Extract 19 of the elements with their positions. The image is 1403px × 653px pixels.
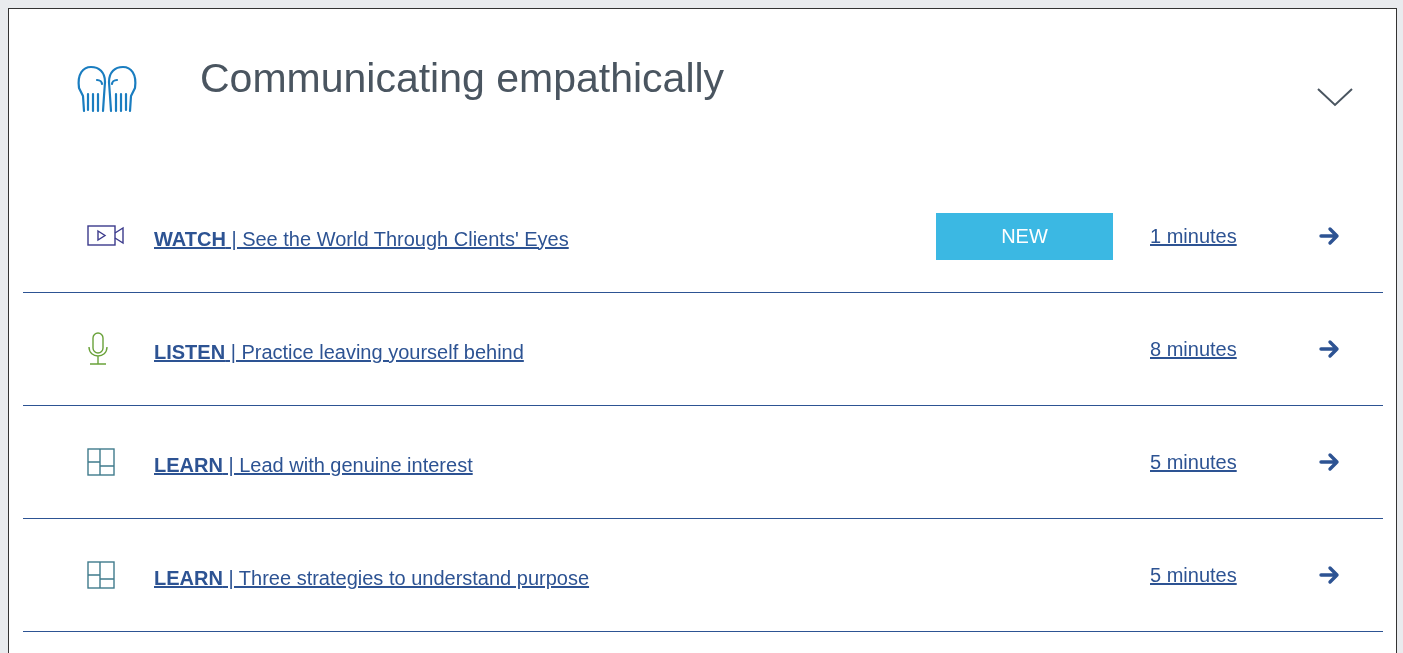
duration-link[interactable]: 8 minutes [1150,337,1237,361]
layout-grid-icon [87,561,115,589]
microphone-icon [87,332,109,366]
arrow-right-icon[interactable] [1319,565,1341,585]
lesson-link[interactable]: LISTEN | Practice leaving yourself behind [154,340,936,364]
layout-grid-icon [87,448,115,476]
section-title: Communicating empathically [200,55,725,102]
lesson-link[interactable]: LEARN | Lead with genuine interest [154,453,936,477]
arrow-right-icon[interactable] [1319,452,1341,472]
arrow-right-icon[interactable] [1319,226,1341,246]
duration-link[interactable]: 1 minutes [1150,224,1237,248]
duration-link[interactable]: 5 minutes [1150,563,1237,587]
duration-link[interactable]: 5 minutes [1150,450,1237,474]
arrow-right-icon[interactable] [1319,339,1341,359]
new-badge: NEW [936,212,1113,260]
lesson-link[interactable]: LEARN | Three strategies to understand purpose [154,566,936,590]
video-camera-icon [87,225,125,247]
lesson-link[interactable]: WATCH | See the World Through Clients' Eyes [154,227,936,251]
open-hands-icon [75,63,139,114]
